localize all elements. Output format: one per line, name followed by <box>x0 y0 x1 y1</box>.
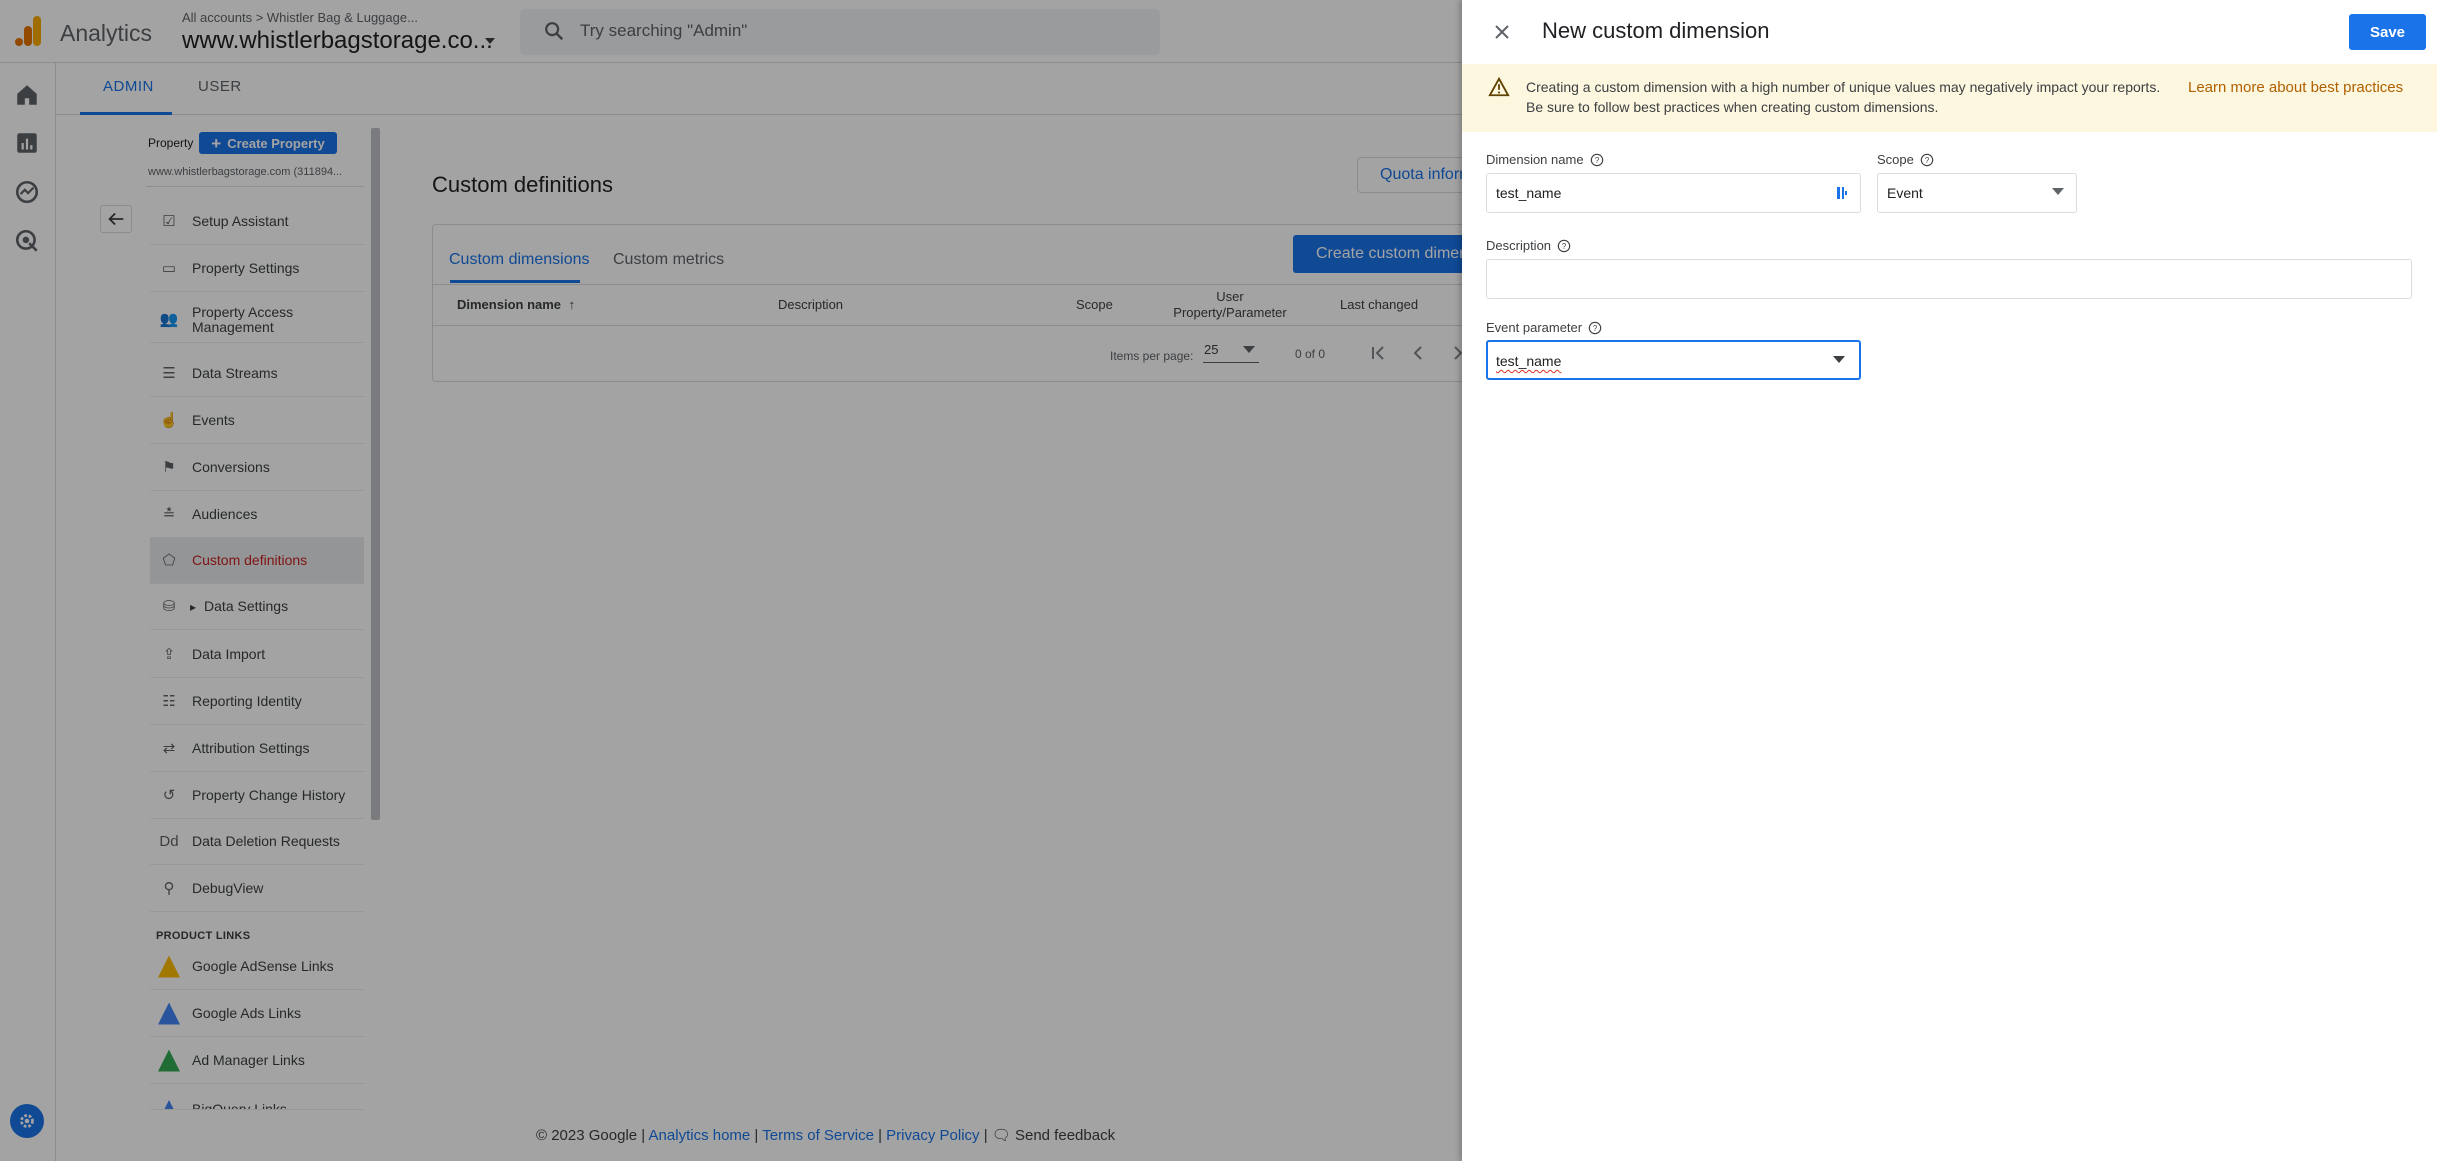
drawer-title: New custom dimension <box>1542 18 1770 43</box>
description-label: Description ? <box>1486 238 1571 253</box>
scope-label-text: Scope <box>1877 152 1914 167</box>
scope-value: Event <box>1887 185 1923 201</box>
dimension-name-label: Dimension name ? <box>1486 152 1604 167</box>
event-parameter-label-text: Event parameter <box>1486 320 1583 335</box>
help-icon[interactable]: ? <box>1920 153 1934 167</box>
svg-text:?: ? <box>1593 324 1598 333</box>
modal-scrim[interactable] <box>0 0 1462 1161</box>
save-button[interactable]: Save <box>2349 14 2426 50</box>
caret-down-icon <box>2052 188 2064 195</box>
best-practices-link[interactable]: Learn more about best practices <box>2188 79 2403 96</box>
caret-down-icon[interactable] <box>1833 356 1845 364</box>
event-parameter-label: Event parameter ? <box>1486 320 1602 335</box>
dimension-name-value: test_name <box>1496 185 1562 201</box>
text-cursor-icon <box>1837 187 1847 199</box>
scope-label: Scope ? <box>1877 152 1934 167</box>
event-parameter-value: test_name <box>1496 353 1562 369</box>
help-icon[interactable]: ? <box>1557 239 1571 253</box>
description-label-text: Description <box>1486 238 1552 253</box>
description-field[interactable] <box>1486 259 2412 299</box>
svg-text:?: ? <box>1562 242 1567 251</box>
close-icon[interactable] <box>1490 20 1514 44</box>
dimension-name-label-text: Dimension name <box>1486 152 1584 167</box>
svg-text:?: ? <box>1594 156 1599 165</box>
help-icon[interactable]: ? <box>1588 321 1602 335</box>
help-icon[interactable]: ? <box>1590 153 1604 167</box>
svg-text:?: ? <box>1925 156 1930 165</box>
warning-text: Creating a custom dimension with a high … <box>1526 79 2161 115</box>
warning-icon <box>1488 76 1510 97</box>
